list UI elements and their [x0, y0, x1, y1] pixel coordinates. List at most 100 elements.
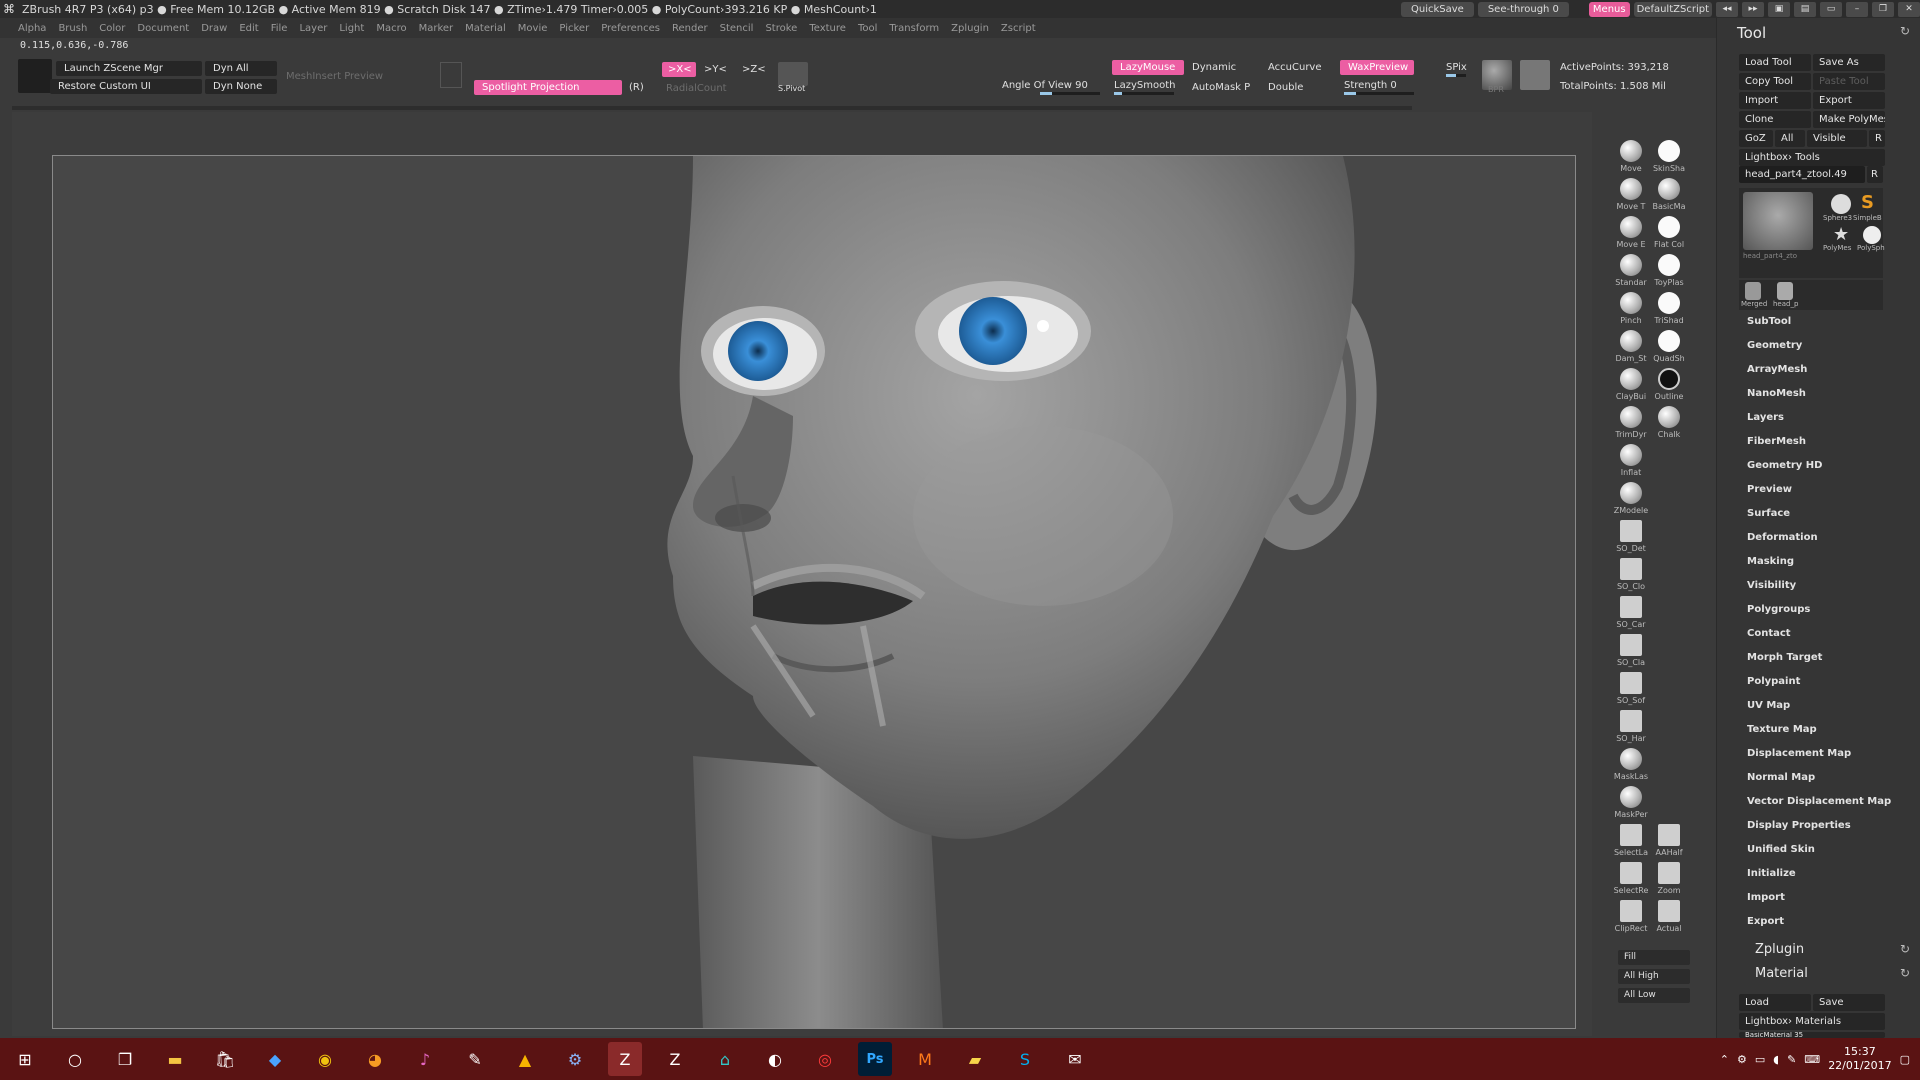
brush-flat-col[interactable]: Flat Col — [1650, 216, 1688, 249]
polysphere-thumbnail[interactable] — [1863, 226, 1881, 244]
shelf-scrollbar[interactable] — [12, 106, 1412, 110]
lazymouse-button[interactable]: LazyMouse — [1112, 60, 1184, 75]
subpalette-nanomesh[interactable]: NanoMesh — [1747, 388, 1806, 399]
color-swatch[interactable] — [18, 59, 52, 93]
tool-palette-header[interactable]: Tool — [1737, 24, 1766, 42]
brush-pinch[interactable]: Pinch — [1612, 292, 1650, 325]
menu-zscript[interactable]: Zscript — [1001, 23, 1036, 34]
menu-document[interactable]: Document — [137, 23, 189, 34]
subpalette-normal-map[interactable]: Normal Map — [1747, 772, 1815, 783]
zplugin-palette-header[interactable]: Zplugin — [1755, 942, 1804, 957]
tool-paste-tool-button[interactable]: Paste Tool — [1813, 73, 1885, 90]
lock-icon[interactable]: ▭ — [1820, 1, 1842, 17]
lightbox-materials-button[interactable]: Lightbox› Materials — [1739, 1013, 1885, 1030]
subpalette-geometry[interactable]: Geometry — [1747, 340, 1802, 351]
tool-all-button[interactable]: All — [1775, 130, 1805, 147]
subpalette-fibermesh[interactable]: FiberMesh — [1747, 436, 1806, 447]
brush-quadsh[interactable]: QuadSh — [1650, 330, 1688, 363]
brush-trishad[interactable]: TriShad — [1650, 292, 1688, 325]
strength-track[interactable] — [1344, 92, 1414, 95]
zbrush-taskbar-icon[interactable]: Z — [608, 1042, 642, 1076]
brush-selectre[interactable]: SelectRe — [1612, 862, 1650, 895]
automask-button[interactable]: AutoMask P — [1192, 82, 1250, 93]
menu-render[interactable]: Render — [672, 23, 708, 34]
menu-stroke[interactable]: Stroke — [765, 23, 797, 34]
render-preview-swatch[interactable] — [1520, 60, 1550, 90]
lock-app-icon[interactable]: ▲ — [508, 1042, 542, 1076]
spix-track[interactable] — [1446, 74, 1466, 77]
notifications-icon[interactable]: ▢ — [1900, 1053, 1910, 1066]
app-icon[interactable]: ✎ — [458, 1042, 492, 1076]
subpalette-polypaint[interactable]: Polypaint — [1747, 676, 1800, 687]
current-tool-field[interactable]: head_part4_ztool.49 — [1739, 166, 1865, 183]
blender-icon[interactable]: ◐ — [758, 1042, 792, 1076]
store-icon[interactable]: 🛍 — [208, 1042, 242, 1076]
brush-zmodele[interactable]: ZModele — [1612, 482, 1650, 515]
menu-tool[interactable]: Tool — [858, 23, 877, 34]
defaultzscript-button[interactable]: DefaultZScript — [1633, 1, 1712, 17]
dyn-all-button[interactable]: Dyn All — [205, 61, 277, 76]
brush-so-clo[interactable]: SO_Clo — [1612, 558, 1650, 591]
brush-inflat[interactable]: Inflat — [1612, 444, 1650, 477]
brush-so-car[interactable]: SO_Car — [1612, 596, 1650, 629]
menu-movie[interactable]: Movie — [518, 23, 548, 34]
tool-export-button[interactable]: Export — [1813, 92, 1885, 109]
material-load-button[interactable]: Load — [1739, 994, 1811, 1011]
spotlight-projection-button[interactable]: Spotlight Projection — [474, 80, 622, 95]
tool-save-as-button[interactable]: Save As — [1813, 54, 1885, 71]
menu-edit[interactable]: Edit — [239, 23, 258, 34]
brush-selectla[interactable]: SelectLa — [1612, 824, 1650, 857]
mail-icon[interactable]: ✉ — [1058, 1042, 1092, 1076]
subpalette-import[interactable]: Import — [1747, 892, 1785, 903]
lazysmooth-slider[interactable]: LazySmooth — [1114, 80, 1175, 91]
brush-trimdyr[interactable]: TrimDyr — [1612, 406, 1650, 439]
subpalette-subtool[interactable]: SubTool — [1747, 316, 1791, 327]
brush-maskper[interactable]: MaskPer — [1612, 786, 1650, 819]
current-tool-r-button[interactable]: R — [1867, 166, 1883, 183]
brush-masklas[interactable]: MaskLas — [1612, 748, 1650, 781]
menu-brush[interactable]: Brush — [58, 23, 87, 34]
file-explorer-icon[interactable]: ▬ — [158, 1042, 192, 1076]
subpalette-texture-map[interactable]: Texture Map — [1747, 724, 1817, 735]
maya-icon[interactable]: M — [908, 1042, 942, 1076]
meshinsert-icon[interactable] — [440, 62, 462, 88]
task-view-icon[interactable]: ❐ — [108, 1042, 142, 1076]
home-app-icon[interactable]: ⌂ — [708, 1042, 742, 1076]
tool-clone-button[interactable]: Clone — [1739, 111, 1811, 128]
menu-preferences[interactable]: Preferences — [601, 23, 660, 34]
notes-icon[interactable]: ▰ — [958, 1042, 992, 1076]
head-tool-thumbnail[interactable] — [1743, 192, 1813, 250]
brush-claybui[interactable]: ClayBui — [1612, 368, 1650, 401]
subpalette-surface[interactable]: Surface — [1747, 508, 1790, 519]
menu-stencil[interactable]: Stencil — [720, 23, 754, 34]
head-part-thumbnail[interactable] — [1777, 282, 1793, 300]
volume-icon[interactable]: ◖ — [1773, 1053, 1779, 1066]
brush-so-sof[interactable]: SO_Sof — [1612, 672, 1650, 705]
menu-macro[interactable]: Macro — [376, 23, 406, 34]
subpalette-export[interactable]: Export — [1747, 916, 1784, 927]
dropbox-icon[interactable]: ◆ — [258, 1042, 292, 1076]
tool-lightbox-tools-button[interactable]: Lightbox› Tools — [1739, 149, 1885, 166]
brush-so-har[interactable]: SO_Har — [1612, 710, 1650, 743]
network-icon[interactable]: ▭ — [1755, 1053, 1765, 1066]
subpalette-masking[interactable]: Masking — [1747, 556, 1794, 567]
meshinsert-preview-button[interactable]: MeshInsert Preview — [286, 71, 383, 82]
menu-picker[interactable]: Picker — [559, 23, 589, 34]
subpalette-geometry-hd[interactable]: Geometry HD — [1747, 460, 1822, 471]
minimize-icon[interactable]: – — [1846, 1, 1868, 17]
photoshop-icon[interactable]: Ps — [858, 1042, 892, 1076]
subpalette-arraymesh[interactable]: ArrayMesh — [1747, 364, 1807, 375]
scroll-right-icon[interactable]: ▸▸ — [1742, 1, 1764, 17]
material-palette-header[interactable]: Material — [1755, 966, 1808, 981]
symmetry-z-button[interactable]: >Z< — [742, 64, 766, 75]
brush-move-e[interactable]: Move E — [1612, 216, 1650, 249]
symmetry-x-button[interactable]: >X< — [662, 62, 696, 77]
material-reset-icon[interactable]: ↻ — [1900, 966, 1910, 980]
brush-skinsha[interactable]: SkinSha — [1650, 140, 1688, 173]
record-icon[interactable]: ◎ — [808, 1042, 842, 1076]
subpalette-preview[interactable]: Preview — [1747, 484, 1792, 495]
tool-make-polymesh3d-button[interactable]: Make PolyMesh3D — [1813, 111, 1885, 128]
subpalette-morph-target[interactable]: Morph Target — [1747, 652, 1822, 663]
menu-alpha[interactable]: Alpha — [18, 23, 46, 34]
subpalette-unified-skin[interactable]: Unified Skin — [1747, 844, 1815, 855]
